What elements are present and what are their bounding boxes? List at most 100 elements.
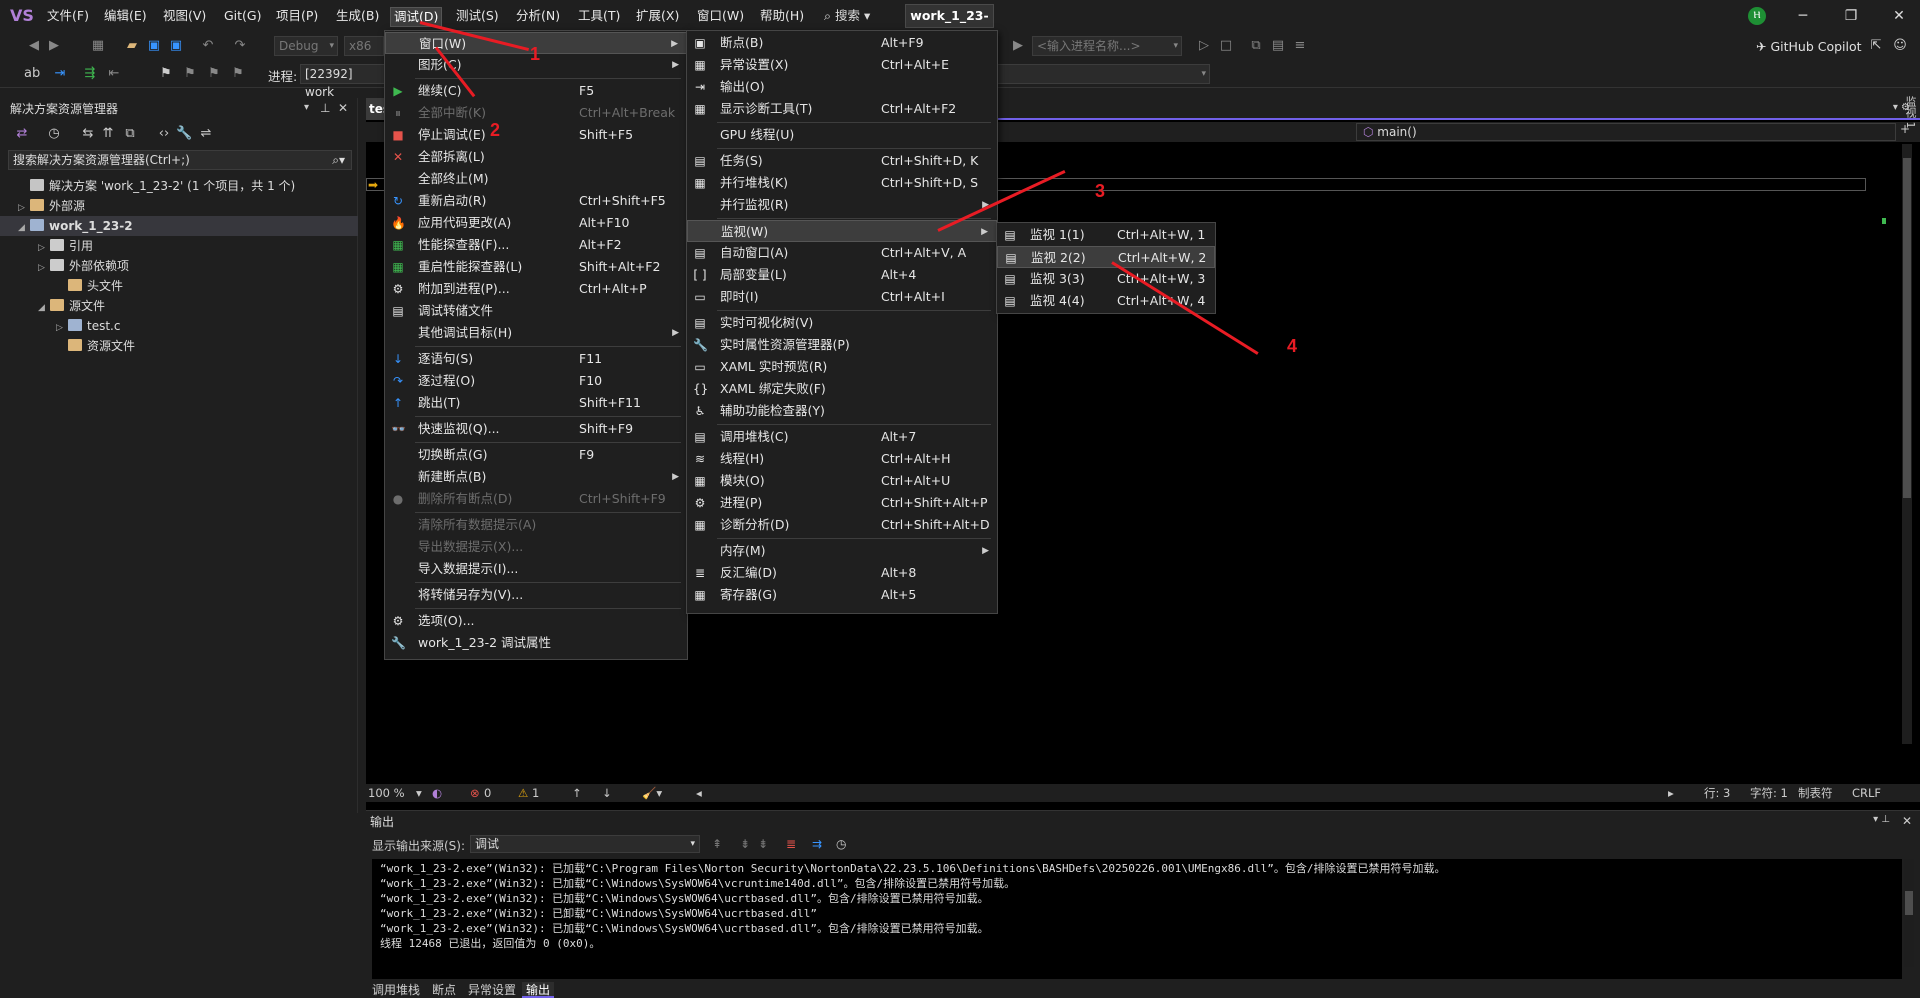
expand-icon[interactable]: ◢ <box>38 298 50 318</box>
tree-item[interactable]: ▷ test.c <box>0 316 120 336</box>
menu-item[interactable]: 🔥 应用代码更改(A) Alt+F10 <box>385 212 687 234</box>
save-all-icon[interactable]: ▣ <box>168 38 184 54</box>
menu-item[interactable]: ≣ 反汇编(D) Alt+8 <box>687 562 997 584</box>
outdent-icon[interactable]: ⇤ <box>106 66 122 82</box>
menu-item[interactable]: ⚙ 进程(P) Ctrl+Shift+Alt+P <box>687 492 997 514</box>
indent-mode[interactable]: 制表符 <box>1798 784 1833 802</box>
editor-scrollbar[interactable] <box>1902 144 1912 744</box>
menu-5[interactable]: 生成(B) <box>333 7 382 27</box>
menu-1[interactable]: 编辑(E) <box>101 7 150 27</box>
bottom-tab[interactable]: 调用堆栈 <box>368 982 424 998</box>
menu-item[interactable]: ⚙ 附加到进程(P)... Ctrl+Alt+P <box>385 278 687 300</box>
close-output-icon[interactable]: ✕ <box>1902 814 1912 828</box>
close-panel-icon[interactable]: ✕ <box>338 101 348 115</box>
menu-0[interactable]: 文件(F) <box>44 7 92 27</box>
menu-item[interactable]: ▤ 监视 1(1) Ctrl+Alt+W, 1 <box>997 224 1215 246</box>
zoom-level[interactable]: 100 % <box>368 784 405 802</box>
abc-icon[interactable]: ab <box>24 66 40 82</box>
menu-item[interactable]: ↓ 逐语句(S) F11 <box>385 348 687 370</box>
menu-11[interactable]: 窗口(W) <box>694 7 747 27</box>
menu-12[interactable]: 帮助(H) <box>757 7 807 27</box>
history-icon[interactable]: ◷ <box>46 126 62 142</box>
menu-item[interactable]: 导出数据提示(X)... <box>385 536 687 558</box>
output-scrollbar[interactable] <box>1904 859 1914 967</box>
edge-tab-watch[interactable]: 监视 1 <box>1904 96 1918 136</box>
hscroll-left-icon[interactable]: ◂ <box>696 784 702 802</box>
menu-8[interactable]: 分析(N) <box>513 7 563 27</box>
menu-4[interactable]: 项目(P) <box>273 7 321 27</box>
undo-icon[interactable]: ↶ <box>200 38 216 54</box>
menu-3[interactable]: Git(G) <box>221 7 265 27</box>
panel-menu-icon[interactable]: ▾ <box>304 102 309 113</box>
expand-icon[interactable]: ◢ <box>18 218 30 238</box>
save-icon[interactable]: ▣ <box>146 38 162 54</box>
nav-up-icon[interactable]: ↑ <box>572 784 582 802</box>
menu-item[interactable]: ▭ XAML 实时预览(R) <box>687 356 997 378</box>
tree-item[interactable]: 资源文件 <box>0 336 135 356</box>
share-icon[interactable]: ⇱ <box>1868 38 1884 54</box>
menu-item[interactable]: ▭ 即时(I) Ctrl+Alt+I <box>687 286 997 308</box>
menu-item[interactable]: 新建断点(B) ▶ <box>385 466 687 488</box>
forward-icon[interactable]: ▶ <box>46 38 62 54</box>
menu-item[interactable]: ▦ 寄存器(G) Alt+5 <box>687 584 997 606</box>
menu-item[interactable]: ⚙ 选项(O)... <box>385 610 687 632</box>
code-icon[interactable]: ‹› <box>156 126 172 142</box>
menu-item[interactable]: ▤ 调用堆栈(C) Alt+7 <box>687 426 997 448</box>
menu-item[interactable]: ✕ 全部拆离(L) <box>385 146 687 168</box>
menu-7[interactable]: 测试(S) <box>453 7 502 27</box>
bookmark-next-icon[interactable]: ⚑ <box>206 66 222 82</box>
stop-icon[interactable]: □ <box>1218 38 1234 54</box>
tree-item[interactable]: 解决方案 'work_1_23-2' (1 个项目，共 1 个) <box>0 176 295 196</box>
bookmark-prev-icon[interactable]: ⚑ <box>182 66 198 82</box>
menu-item[interactable]: 将转储另存为(V)... <box>385 584 687 606</box>
menu-item[interactable]: ≋ 线程(H) Ctrl+Alt+H <box>687 448 997 470</box>
menu-item[interactable]: ▤ 监视 2(2) Ctrl+Alt+W, 2 <box>997 246 1215 268</box>
menu-item[interactable]: ↻ 重新启动(R) Ctrl+Shift+F5 <box>385 190 687 212</box>
menu-item[interactable]: ■ 停止调试(E) Shift+F5 <box>385 124 687 146</box>
hscroll-right-icon[interactable]: ▸ <box>1668 784 1674 802</box>
bookmark-clear-icon[interactable]: ⚑ <box>230 66 246 82</box>
menu-item[interactable]: ● 删除所有断点(D) Ctrl+Shift+F9 <box>385 488 687 510</box>
restore-icon[interactable]: ❐ <box>1836 5 1866 27</box>
redo-icon[interactable]: ↷ <box>232 38 248 54</box>
menu-item[interactable]: ↑ 跳出(T) Shift+F11 <box>385 392 687 414</box>
sync-icon[interactable]: ⇄ <box>14 126 30 142</box>
menu-item[interactable]: ▣ 断点(B) Alt+F9 <box>687 32 997 54</box>
clear-all-icon[interactable]: ≣ <box>786 837 796 851</box>
process-select[interactable]: [22392] work_ <box>300 64 386 99</box>
tab-test-c[interactable]: tes <box>366 98 390 120</box>
minimize-icon[interactable]: ─ <box>1788 5 1818 27</box>
menu-item[interactable]: [ ] 局部变量(L) Alt+4 <box>687 264 997 286</box>
menu-item[interactable]: ▦ 性能探查器(F)... Alt+F2 <box>385 234 687 256</box>
warning-icon[interactable]: ⚠ <box>518 784 528 802</box>
tree-item[interactable]: ▷ 引用 <box>0 236 93 256</box>
menu-item[interactable]: ▦ 并行堆栈(K) Ctrl+Shift+D, S <box>687 172 997 194</box>
panel-menu-icon[interactable]: ▾ ⊥ <box>1873 814 1890 825</box>
goto-prev-icon[interactable]: ⇞ <box>712 837 722 851</box>
show-all-icon[interactable]: ⧉ <box>122 126 138 142</box>
timestamp-icon[interactable]: ◷ <box>836 837 846 851</box>
collapse-icon[interactable]: ⇈ <box>100 126 116 142</box>
menu-item[interactable]: ⏸ 全部中断(K) Ctrl+Alt+Break <box>385 102 687 124</box>
search-button[interactable]: ⌕ 搜索 ▾ <box>824 6 894 26</box>
output-source-select[interactable]: 调试 ▾ <box>470 835 700 853</box>
line-ending[interactable]: CRLF <box>1852 784 1881 802</box>
menu-item[interactable]: 导入数据提示(I)... <box>385 558 687 580</box>
menu-item[interactable]: 🔧 work_1_23-2 调试属性 <box>385 632 687 654</box>
new-project-icon[interactable]: ▦ <box>90 38 106 54</box>
config-select[interactable]: Debug ▾ <box>274 36 338 56</box>
function-nav[interactable]: ⬡ main() <box>1356 123 1896 141</box>
run-icon[interactable]: ▷ <box>1196 38 1212 54</box>
open-icon[interactable]: ▰ <box>124 38 140 54</box>
error-icon[interactable]: ⊗ <box>470 784 480 802</box>
menu-item[interactable]: {} XAML 绑定失败(F) <box>687 378 997 400</box>
bottom-tab[interactable]: 输出 <box>522 982 555 998</box>
pin-icon[interactable]: ⊥ <box>320 101 330 115</box>
menu-item[interactable]: ▦ 诊断分析(D) Ctrl+Shift+Alt+D <box>687 514 997 536</box>
health-icon[interactable]: ◐ <box>432 784 442 802</box>
menu-item[interactable]: ▤ 监视 3(3) Ctrl+Alt+W, 3 <box>997 268 1215 290</box>
menu-item[interactable]: ▤ 调试转储文件 <box>385 300 687 322</box>
menu-item[interactable]: 全部终止(M) <box>385 168 687 190</box>
tree-item[interactable]: ▷ 外部源 <box>0 196 85 216</box>
expand-icon[interactable]: ▷ <box>56 318 68 338</box>
